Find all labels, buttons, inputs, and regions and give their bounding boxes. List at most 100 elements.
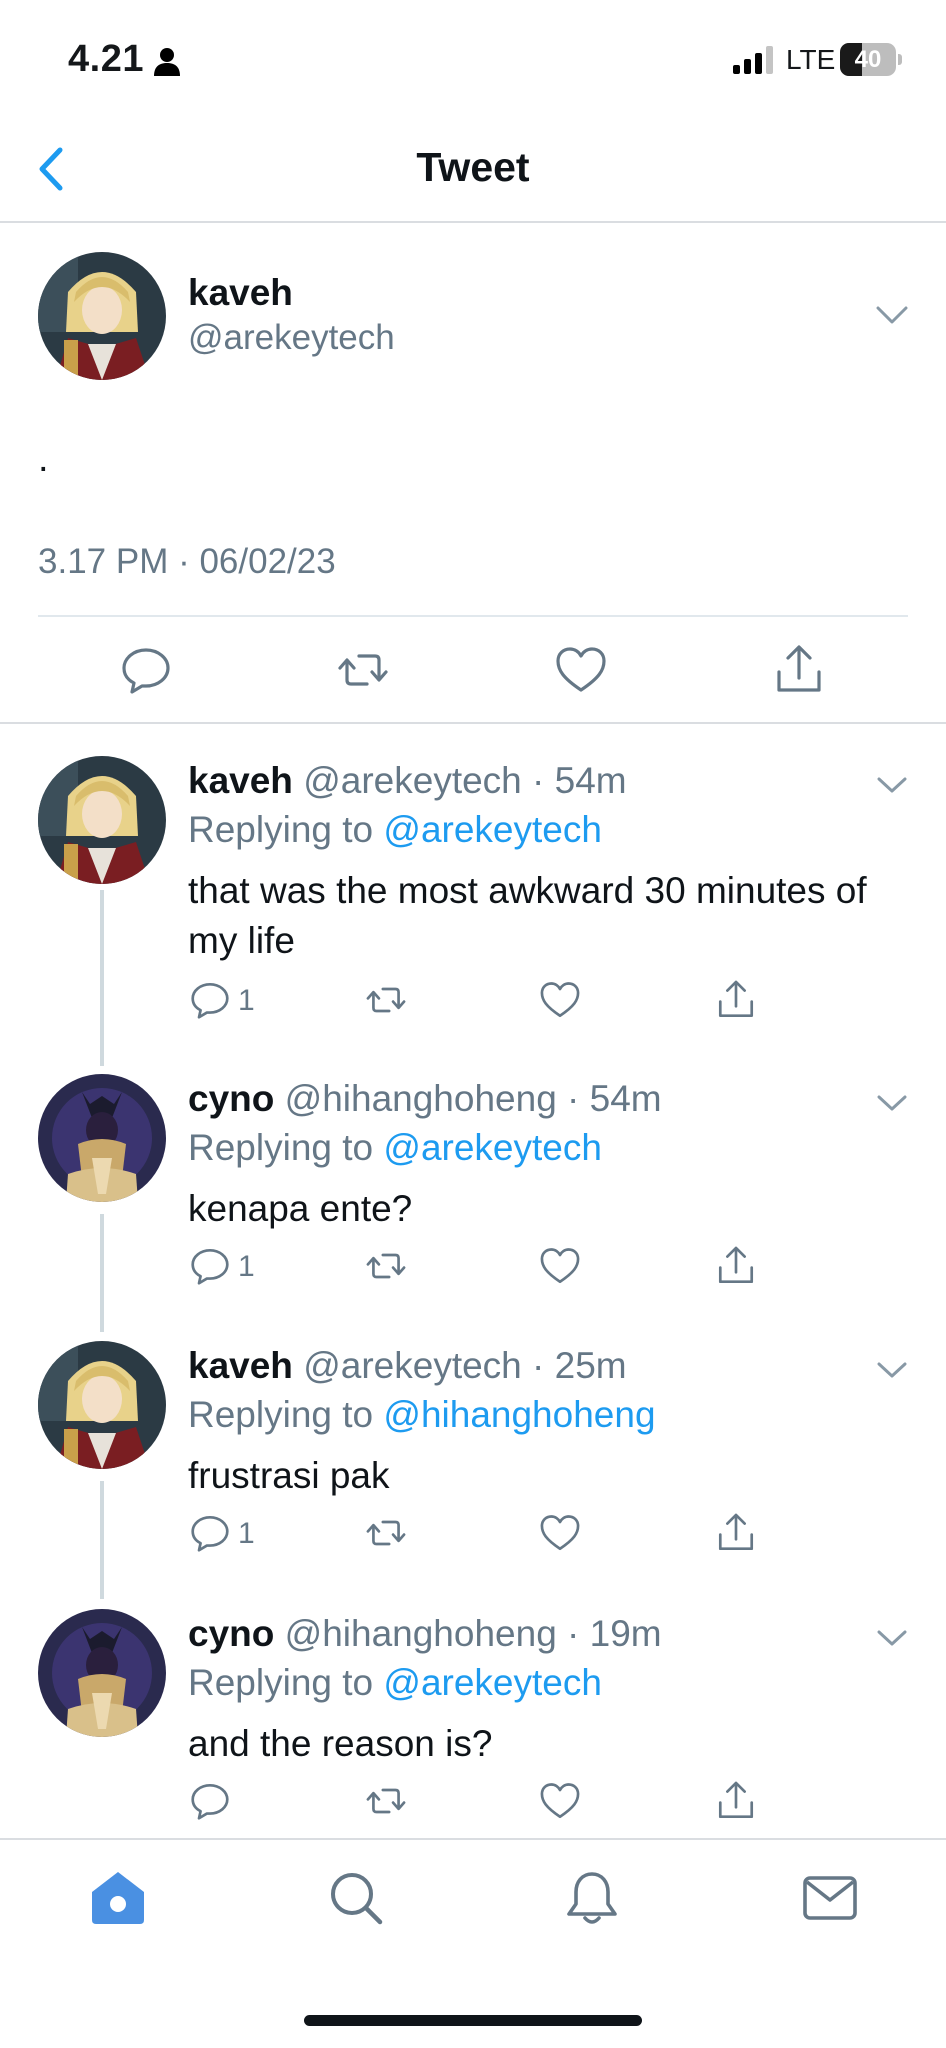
tab-messages[interactable] — [800, 1868, 860, 1928]
reply-icon — [191, 982, 229, 1019]
retweet-button[interactable] — [364, 1511, 408, 1561]
chevron-down-icon — [877, 1362, 907, 1378]
search-icon — [331, 1873, 383, 1925]
signal-icon — [733, 46, 775, 74]
like-button[interactable] — [538, 1779, 582, 1829]
author-meta: @arekeytech · 25m — [303, 1345, 627, 1386]
like-icon — [540, 982, 580, 1018]
avatar[interactable] — [38, 252, 166, 380]
reply-button[interactable]: 1 — [188, 1511, 255, 1561]
share-icon — [718, 1513, 754, 1551]
author-name[interactable]: kaveh — [188, 1345, 293, 1386]
reply-header: cyno @hihanghoheng · 54m — [188, 1078, 662, 1120]
retweet-icon — [366, 987, 406, 1013]
replying-prefix: Replying to — [188, 1662, 384, 1703]
tab-notifications[interactable] — [562, 1868, 622, 1928]
share-button[interactable] — [714, 1511, 758, 1561]
home-indicator[interactable] — [304, 2015, 642, 2026]
retweet-icon — [366, 1788, 406, 1814]
reply-icon — [191, 1783, 229, 1820]
nav-header: Tweet — [0, 120, 946, 223]
reply-count: 1 — [238, 1250, 255, 1283]
share-icon — [777, 645, 821, 692]
replying-to: Replying to @hihanghoheng — [188, 1394, 656, 1436]
tweet-options-button[interactable] — [874, 772, 910, 798]
replying-to: Replying to @arekeytech — [188, 809, 602, 851]
reply-count: 1 — [238, 1517, 255, 1550]
avatar[interactable] — [38, 1341, 166, 1469]
messages-icon — [803, 1876, 857, 1920]
tweet-actions: 1 — [188, 1244, 768, 1294]
tweet-actions — [188, 1779, 768, 1829]
reply-header: kaveh @arekeytech · 25m — [188, 1345, 627, 1387]
share-icon — [718, 1246, 754, 1284]
retweet-button[interactable] — [335, 642, 391, 698]
tab-bar — [0, 1838, 946, 2048]
like-icon — [540, 1248, 580, 1284]
reply-header: kaveh @arekeytech · 54m — [188, 760, 627, 802]
author-name[interactable]: cyno — [188, 1078, 274, 1119]
like-button[interactable] — [538, 1244, 582, 1294]
chevron-down-icon — [877, 777, 907, 793]
thread-line — [100, 890, 104, 1066]
tab-search[interactable] — [326, 1868, 386, 1928]
avatar[interactable] — [38, 1074, 166, 1202]
author-meta: @arekeytech · 54m — [303, 760, 627, 801]
mention-link[interactable]: @arekeytech — [383, 1662, 602, 1703]
mention-link[interactable]: @arekeytech — [383, 809, 602, 850]
thread-line — [100, 1481, 104, 1599]
tweet-text: . — [38, 438, 49, 480]
person-icon — [152, 46, 182, 76]
reply-button[interactable]: 1 — [188, 978, 255, 1028]
tab-home[interactable] — [88, 1868, 148, 1928]
author-name[interactable]: kaveh — [188, 760, 293, 801]
tweet-options-button[interactable] — [872, 300, 912, 330]
replying-prefix: Replying to — [188, 809, 384, 850]
share-icon — [718, 1781, 754, 1819]
share-button[interactable] — [714, 1779, 758, 1829]
tweet-actions: 1 — [188, 1511, 768, 1561]
retweet-button[interactable] — [364, 1779, 408, 1829]
replying-prefix: Replying to — [188, 1127, 384, 1168]
tweet-options-button[interactable] — [874, 1625, 910, 1651]
retweet-button[interactable] — [364, 1244, 408, 1294]
reply-icon — [191, 1515, 229, 1552]
chevron-down-icon — [877, 1095, 907, 1111]
divider — [38, 615, 908, 617]
avatar[interactable] — [38, 756, 166, 884]
status-bar: 4.21 LTE 40 — [0, 0, 946, 120]
mention-link[interactable]: @hihanghoheng — [383, 1394, 655, 1435]
share-button[interactable] — [771, 642, 827, 698]
reply-header: cyno @hihanghoheng · 19m — [188, 1613, 662, 1655]
mention-link[interactable]: @arekeytech — [383, 1127, 602, 1168]
avatar[interactable] — [38, 1609, 166, 1737]
tweet-options-button[interactable] — [874, 1357, 910, 1383]
retweet-button[interactable] — [364, 978, 408, 1028]
like-button[interactable] — [538, 978, 582, 1028]
like-icon — [556, 647, 606, 692]
share-button[interactable] — [714, 978, 758, 1028]
tweet-options-button[interactable] — [874, 1090, 910, 1116]
retweet-icon — [338, 654, 388, 686]
share-button[interactable] — [714, 1244, 758, 1294]
reply-button[interactable] — [188, 1779, 232, 1829]
tweet-actions: 1 — [188, 978, 768, 1028]
tweet-timestamp: 3.17 PM · 06/02/23 — [38, 542, 336, 581]
reply-icon — [122, 648, 170, 694]
like-button[interactable] — [538, 1511, 582, 1561]
reply-button[interactable] — [118, 642, 174, 698]
author-name[interactable]: kaveh — [188, 272, 293, 314]
author-name[interactable]: cyno — [188, 1613, 274, 1654]
reply-button[interactable]: 1 — [188, 1244, 255, 1294]
tweet-text: that was the most awkward 30 minutes of … — [188, 870, 867, 961]
like-button[interactable] — [553, 642, 609, 698]
tweet-actions — [0, 620, 946, 724]
status-time: 4.21 — [68, 38, 144, 80]
author-handle[interactable]: @arekeytech — [188, 318, 395, 358]
network-type: LTE — [786, 44, 836, 75]
battery-icon: 40 — [840, 43, 902, 76]
author-meta: @hihanghoheng · 54m — [284, 1078, 662, 1119]
tweet-text: frustrasi pak — [188, 1455, 390, 1496]
replying-prefix: Replying to — [188, 1394, 384, 1435]
author-meta: @hihanghoheng · 19m — [284, 1613, 662, 1654]
